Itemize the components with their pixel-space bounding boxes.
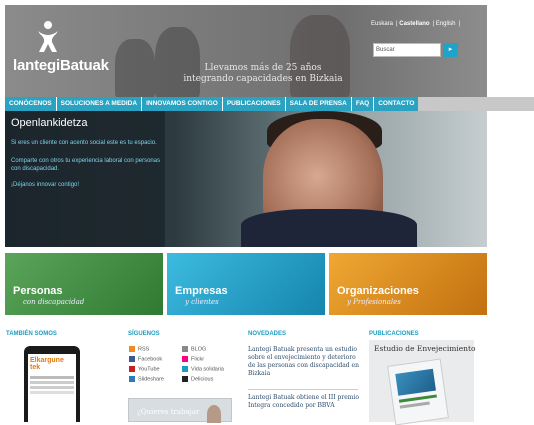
flickr-icon (182, 356, 188, 362)
logo-text[interactable]: lantegiBatuak (13, 57, 109, 74)
brand-box-text: Elkargune tek (30, 357, 64, 371)
publication-cover-image (395, 368, 436, 396)
tile-organizaciones[interactable]: Organizaciones y Profesionales (329, 253, 487, 315)
nav-item-faq[interactable]: FAQ (352, 97, 375, 111)
news-divider (248, 389, 358, 390)
nav-item-publicaciones[interactable]: PUBLICACIONES (223, 97, 286, 111)
publication-cover (387, 358, 449, 425)
social-slideshare[interactable]: Slideshare (129, 376, 164, 382)
tile-personas-subtitle: con discapacidad (23, 298, 85, 306)
blog-icon (182, 346, 188, 352)
social-facebook[interactable]: Facebook (129, 356, 162, 362)
lang-euskara[interactable]: Euskara (371, 21, 393, 27)
nav-item-contacto[interactable]: CONTACTO (374, 97, 418, 111)
heading-tambien-somos: TAMBIÉN SOMOS (6, 331, 57, 337)
social-blog[interactable]: BLOG (182, 346, 206, 352)
social-vida-solidaria[interactable]: Vida solidaria (182, 366, 224, 372)
hero-title: Openlankidetza (11, 117, 88, 129)
tile-organizaciones-subtitle: y Profesionales (347, 298, 401, 306)
elkarguntek-phone[interactable]: Elkargune tek (24, 346, 80, 422)
banner-photo-person (155, 27, 200, 97)
delicious-icon (182, 376, 188, 382)
tile-organizaciones-title: Organizaciones (337, 285, 419, 297)
news-item-1[interactable]: Lantegi Batuak presenta un estudio sobre… (248, 346, 360, 378)
vida-solidaria-icon (182, 366, 188, 372)
lantegi-logo-icon[interactable] (35, 19, 61, 53)
search-input[interactable]: Buscar (373, 43, 441, 57)
nav-item-innovamos[interactable]: INNOVAMOS CONTIGO (142, 97, 223, 111)
hero-text-2: Comparte con otros tu experiencia labora… (11, 158, 161, 172)
work-with-us-text: ¿Quieres trabajar (137, 408, 200, 416)
lang-english[interactable]: English (436, 21, 456, 27)
hero-text-1: Si eres un cliente con acento social est… (11, 140, 157, 146)
social-delicious[interactable]: Delicious (182, 376, 213, 382)
language-switcher: Euskara | Castellano | English | (371, 21, 461, 27)
nav-item-conocenos[interactable]: CONÓCENOS (5, 97, 57, 111)
arrow-right-icon: ▸ (448, 46, 453, 53)
tile-personas-title: Personas (13, 285, 63, 297)
heading-publicaciones: PUBLICACIONES (369, 331, 419, 337)
work-with-us-banner[interactable]: ¿Quieres trabajar (128, 398, 232, 423)
publication-title: Estudio de Envejecimiento (374, 344, 476, 353)
social-flickr[interactable]: Flickr (182, 356, 204, 362)
rss-icon (129, 346, 135, 352)
heading-novedades: NOVEDADES (248, 331, 287, 337)
lang-castellano[interactable]: Castellano (399, 21, 429, 27)
page: lantegiBatuak Llevamos más de 25 años in… (0, 0, 534, 425)
news-item-2[interactable]: Lantegi Batuak obtiene el III premio Int… (248, 394, 360, 410)
search-submit-button[interactable]: ▸ (443, 43, 458, 57)
hero-banner[interactable]: Openlankidetza Si eres un cliente con ac… (5, 111, 487, 247)
nav-item-sala-prensa[interactable]: SALA DE PRENSA (286, 97, 352, 111)
slideshare-icon (129, 376, 135, 382)
tile-empresas-title: Empresas (175, 285, 228, 297)
social-rss[interactable]: RSS (129, 346, 149, 352)
tile-personas[interactable]: Personas con discapacidad (5, 253, 163, 315)
tile-empresas-subtitle: y clientes (185, 298, 219, 306)
work-with-us-photo (207, 405, 221, 423)
heading-siguenos: SÍGUENOS (128, 331, 160, 337)
hero-photo-shirt (241, 209, 417, 247)
banner-photo-person (115, 39, 155, 97)
tile-empresas[interactable]: Empresas y clientes (167, 253, 325, 315)
hero-text-3: ¡Déjanos innovar contigo! (11, 182, 80, 188)
header-banner: lantegiBatuak Llevamos más de 25 años in… (5, 5, 487, 97)
social-youtube[interactable]: YouTube (129, 366, 160, 372)
nav-item-soluciones[interactable]: SOLUCIONES A MEDIDA (57, 97, 143, 111)
main-nav: CONÓCENOS SOLUCIONES A MEDIDA INNOVAMOS … (5, 97, 534, 111)
phone-screen: Elkargune tek (28, 354, 76, 422)
youtube-icon (129, 366, 135, 372)
hero-text-panel (5, 111, 165, 247)
tagline: Llevamos más de 25 años integrando capac… (183, 63, 343, 84)
facebook-icon (129, 356, 135, 362)
